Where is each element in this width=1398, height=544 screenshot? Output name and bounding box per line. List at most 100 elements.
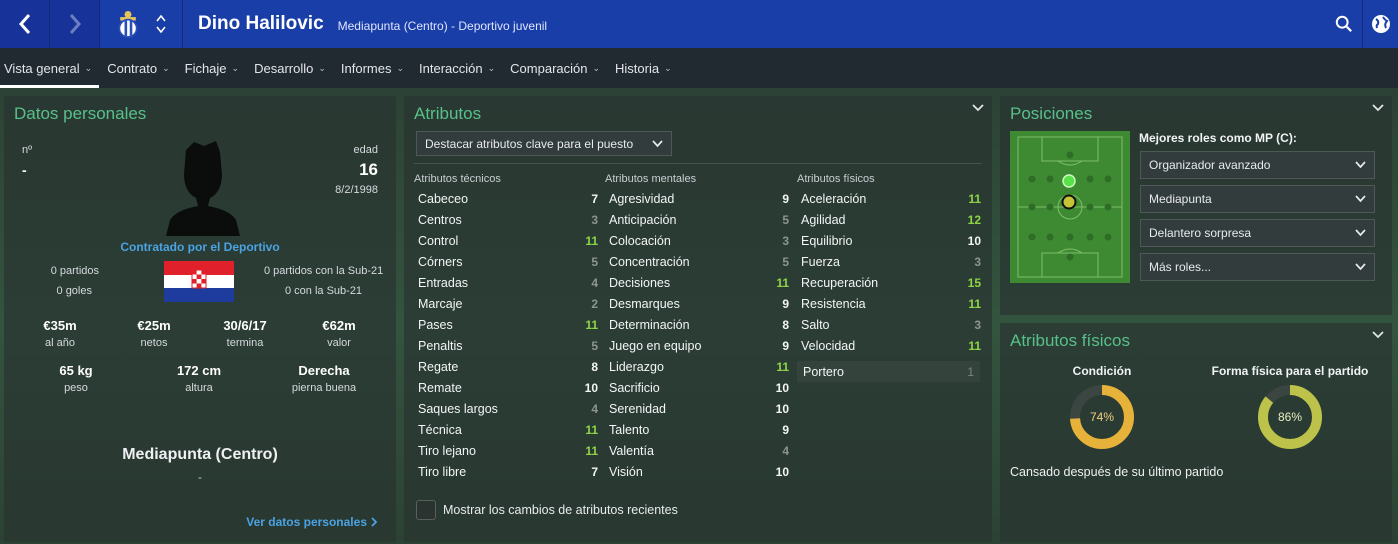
tab-desarrollo[interactable]: Desarrollo ⌄ <box>250 48 333 88</box>
attribute-row[interactable]: Concentración 5 <box>609 251 789 272</box>
attribute-row[interactable]: Decisiones 11 <box>609 272 789 293</box>
attribute-row[interactable]: Remate 10 <box>418 377 598 398</box>
chevron-down-icon <box>1355 263 1366 271</box>
attribute-row[interactable]: Aceleración 11 <box>801 188 981 209</box>
chevron-down-icon: ⌄ <box>396 62 405 73</box>
attribute-row[interactable]: Determinación 8 <box>609 314 789 335</box>
club-crest-icon[interactable] <box>110 6 146 42</box>
attribute-row[interactable]: Talento 9 <box>609 419 789 440</box>
tab-label: Interacción <box>419 60 483 76</box>
attribute-row[interactable]: Liderazgo 11 <box>609 356 789 377</box>
personal-data-panel: Datos personales nº - edad 16 8/2/1998 C… <box>4 96 396 542</box>
attribute-row[interactable]: Centros 3 <box>418 209 598 230</box>
tab-vista-general[interactable]: Vista general ⌄ <box>0 48 100 88</box>
attribute-row[interactable]: Tiro libre 7 <box>418 461 598 482</box>
role-label: Organizador avanzado <box>1149 158 1271 172</box>
u21-goals: 0 con la Sub-21 <box>285 285 363 297</box>
attribute-value: 11 <box>776 275 789 290</box>
chevron-up-icon[interactable] <box>156 14 166 22</box>
chevron-down-icon <box>1355 229 1366 237</box>
chevron-down-icon[interactable] <box>1372 331 1384 339</box>
attribute-value: 11 <box>585 422 598 437</box>
attribute-value: 9 <box>782 422 789 437</box>
age-label: edad <box>353 144 378 156</box>
search-icon[interactable] <box>1326 0 1362 48</box>
forward-button[interactable] <box>50 0 100 48</box>
condition-value: 74% <box>1089 410 1115 424</box>
attribute-row[interactable]: Colocación 3 <box>609 230 789 251</box>
show-changes-checkbox[interactable] <box>416 500 436 520</box>
attribute-row[interactable]: Valentía 4 <box>609 440 789 461</box>
physical-header: Atributos físicos <box>797 173 875 185</box>
attribute-row[interactable]: Saques largos 4 <box>418 398 598 419</box>
chevron-down-icon[interactable] <box>972 104 984 112</box>
attribute-name: Tiro lejano <box>418 443 476 458</box>
attribute-row[interactable]: Agresividad 9 <box>609 188 789 209</box>
contract-link[interactable]: Contratado por el Deportivo <box>4 240 396 254</box>
attribute-row[interactable]: Tiro lejano 11 <box>418 440 598 461</box>
positions-panel: Posiciones Mejores roles como MP (C): Or… <box>1000 96 1392 315</box>
attribute-name: Agilidad <box>801 212 846 227</box>
tab-interaccion[interactable]: Interacción ⌄ <box>415 48 502 88</box>
attribute-value: 5 <box>782 212 789 227</box>
attribute-row[interactable]: Desmarques 9 <box>609 293 789 314</box>
attribute-row[interactable]: Cabeceo 7 <box>418 188 598 209</box>
attribute-row[interactable]: Resistencia 11 <box>801 293 981 314</box>
chevron-down-icon[interactable] <box>156 26 166 34</box>
globe-icon[interactable] <box>1362 0 1398 48</box>
attribute-row[interactable]: Anticipación 5 <box>609 209 789 230</box>
attribute-value: 7 <box>591 191 598 206</box>
tab-fichaje[interactable]: Fichaje ⌄ <box>181 48 246 88</box>
role-dropdown[interactable]: Más roles... <box>1140 253 1375 281</box>
tab-comparacion[interactable]: Comparación ⌄ <box>506 48 607 88</box>
attribute-row[interactable]: Marcaje 2 <box>418 293 598 314</box>
attribute-row[interactable]: Regate 8 <box>418 356 598 377</box>
role-dropdown[interactable]: Organizador avanzado <box>1140 151 1375 179</box>
player-switcher[interactable] <box>150 12 172 36</box>
value-stat: €62m valor <box>309 318 369 349</box>
tab-historia[interactable]: Historia ⌄ <box>611 48 679 88</box>
attribute-row[interactable]: Serenidad 10 <box>609 398 789 419</box>
attribute-row[interactable]: Agilidad 12 <box>801 209 981 230</box>
attribute-row[interactable]: Equilibrio 10 <box>801 230 981 251</box>
net-stat: €25m netos <box>124 318 184 349</box>
highlight-attributes-dropdown[interactable]: Destacar atributos clave para el puesto <box>416 131 672 156</box>
view-personal-data-link[interactable]: Ver datos personales <box>246 515 378 529</box>
weight-stat: 65 kg peso <box>46 363 106 394</box>
chevron-right-icon <box>371 517 378 527</box>
role-dropdown[interactable]: Mediapunta <box>1140 185 1375 213</box>
attribute-value: 9 <box>782 296 789 311</box>
attribute-row[interactable]: Penaltis 5 <box>418 335 598 356</box>
chevron-down-icon <box>652 139 663 147</box>
foot-value: Derecha <box>298 363 350 378</box>
attribute-row[interactable]: Entradas 4 <box>418 272 598 293</box>
attribute-row[interactable]: Técnica 11 <box>418 419 598 440</box>
attribute-name: Sacrificio <box>609 380 660 395</box>
chevron-down-icon <box>1355 195 1366 203</box>
attribute-value: 11 <box>776 359 789 374</box>
foot-stat: Derecha pierna buena <box>279 363 369 394</box>
attribute-row[interactable]: Control 11 <box>418 230 598 251</box>
attribute-name: Pases <box>418 317 453 332</box>
back-button[interactable] <box>0 0 50 48</box>
attribute-row[interactable]: Fuerza 3 <box>801 251 981 272</box>
role-dropdown[interactable]: Delantero sorpresa <box>1140 219 1375 247</box>
attribute-value: 4 <box>591 401 598 416</box>
attribute-name: Resistencia <box>801 296 866 311</box>
position-pitch-map[interactable] <box>1010 131 1130 283</box>
tab-informes[interactable]: Informes ⌄ <box>337 48 411 88</box>
tab-contrato[interactable]: Contrato ⌄ <box>103 48 176 88</box>
chevron-down-icon: ⌄ <box>592 62 601 73</box>
attribute-row[interactable]: Recuperación 15 <box>801 272 981 293</box>
attribute-row[interactable]: Sacrificio 10 <box>609 377 789 398</box>
attribute-row[interactable]: Córners 5 <box>418 251 598 272</box>
attribute-value: 3 <box>782 233 789 248</box>
attribute-row[interactable]: Salto 3 <box>801 314 981 335</box>
attribute-row[interactable]: Velocidad 11 <box>801 335 981 356</box>
attribute-row[interactable]: Juego en equipo 9 <box>609 335 789 356</box>
chevron-down-icon[interactable] <box>1372 104 1384 112</box>
attribute-value: 11 <box>968 338 981 353</box>
attribute-row[interactable]: Pases 11 <box>418 314 598 335</box>
attribute-row[interactable]: Visión 10 <box>609 461 789 482</box>
attribute-name: Concentración <box>609 254 690 269</box>
